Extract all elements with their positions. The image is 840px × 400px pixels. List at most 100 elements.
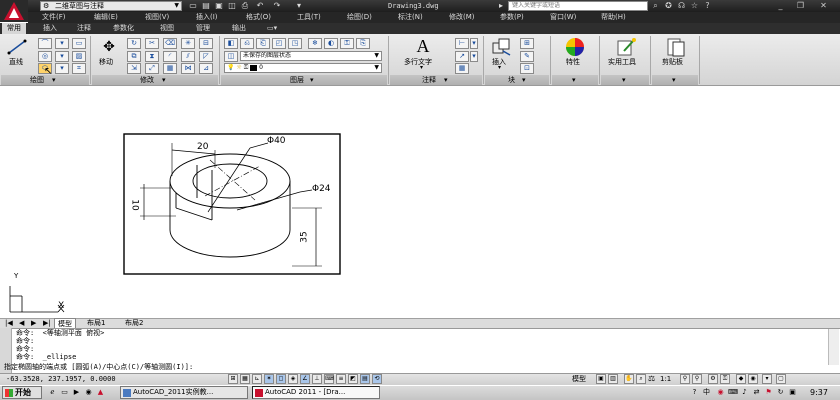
new-file-icon[interactable]: ▭ — [188, 1, 198, 11]
search-icon[interactable]: ⌕ — [650, 1, 661, 11]
create-block-icon[interactable]: ⊞ — [520, 38, 534, 49]
menu-file[interactable]: 文件(F) — [42, 12, 66, 23]
region-icon[interactable]: ⌗ — [72, 63, 86, 74]
tab-home[interactable]: 常用 — [2, 23, 26, 34]
menu-modify[interactable]: 修改(M) — [449, 12, 475, 23]
explode-icon[interactable]: ✳ — [181, 38, 195, 49]
menu-tools[interactable]: 工具(T) — [297, 12, 321, 23]
save-as-icon[interactable]: ◫ — [227, 1, 237, 11]
workspace-switcher[interactable]: ⚙ 二维草图与注释 ▼ — [40, 1, 182, 11]
taskbar-clock[interactable]: 9:37 — [810, 386, 828, 399]
close-window-icon[interactable]: ✕ — [818, 1, 829, 11]
snap-mode-icon[interactable]: ⊞ — [228, 374, 238, 384]
edit-attributes-icon[interactable]: ⊡ — [520, 63, 534, 74]
multiline-text-icon[interactable]: A — [412, 36, 434, 56]
chamfer-icon[interactable]: ◸ — [199, 51, 213, 62]
save-icon[interactable]: ▣ — [214, 1, 224, 11]
layer-lock-icon[interactable]: ⚿ — [340, 38, 354, 49]
tab-manage[interactable]: 管理 — [191, 23, 215, 34]
menu-view[interactable]: 视图(V) — [145, 12, 169, 23]
transparency-icon[interactable]: ◩ — [348, 374, 358, 384]
tray-display-icon[interactable]: ▣ — [788, 388, 797, 397]
hatch-icon[interactable]: ▨ — [72, 51, 86, 62]
layers-panel-expand-icon[interactable]: ▾ — [310, 75, 314, 85]
tab-annotate[interactable]: 注释 — [72, 23, 96, 34]
layer-previous-icon[interactable]: ⎗ — [256, 38, 270, 49]
layer-state-dropdown[interactable]: 未保存的图层状态 ▼ — [240, 51, 382, 61]
menu-parametric[interactable]: 参数(P) — [500, 12, 524, 23]
menu-help[interactable]: 帮助(H) — [601, 12, 626, 23]
layer-properties-icon[interactable]: ◧ — [224, 38, 238, 49]
linear-dimension-icon[interactable]: ⊢ — [455, 38, 469, 49]
favorites-icon[interactable]: ☆ — [689, 1, 700, 11]
application-menu-button[interactable] — [0, 0, 28, 22]
polar-tracking-icon[interactable]: ✶ — [264, 374, 274, 384]
tray-volume-icon[interactable]: ♪ — [740, 388, 749, 397]
quick-view-drawings-icon[interactable]: ▥ — [608, 374, 618, 384]
quicklaunch-ie-icon[interactable]: ℯ — [48, 388, 57, 397]
clipboard-button[interactable] — [664, 36, 688, 58]
quicklaunch-media-icon[interactable]: ▶ — [72, 388, 81, 397]
modify-panel-expand-icon[interactable]: ▾ — [162, 75, 166, 85]
tray-antivirus-icon[interactable]: ◉ — [716, 388, 725, 397]
tray-security-icon[interactable]: ⚑ — [764, 388, 773, 397]
layer-freeze-icon[interactable]: ❄ — [308, 38, 322, 49]
coordinate-readout[interactable]: -63.3528, 237.1957, 0.0000 — [6, 374, 116, 384]
help-icon[interactable]: ? — [702, 1, 713, 11]
ortho-mode-icon[interactable]: ⊾ — [252, 374, 262, 384]
polyline-icon[interactable]: ⌒ — [38, 38, 52, 49]
arc-dropdown-icon[interactable]: ▾ — [55, 38, 69, 49]
tray-help-icon[interactable]: ? — [690, 388, 699, 397]
toolbar-lock-icon[interactable]: ⚿ — [720, 374, 730, 384]
utilities-button[interactable] — [614, 36, 638, 58]
layout-nav-first-icon[interactable]: |◀ — [2, 318, 16, 328]
insert-dropdown-icon[interactable]: ▾ — [498, 64, 501, 71]
draw-panel-expand-icon[interactable]: ▾ — [52, 75, 56, 85]
menu-dimension[interactable]: 标注(N) — [398, 12, 423, 23]
join-icon[interactable]: ⋈ — [181, 63, 195, 74]
taskbar-item-tutorial[interactable]: AutoCAD_2011实例教... — [120, 386, 248, 399]
erase-icon[interactable]: ⌫ — [163, 38, 177, 49]
quick-access-dropdown-icon[interactable]: ▾ — [294, 1, 304, 11]
block-panel-expand-icon[interactable]: ▾ — [522, 75, 526, 85]
fillet-icon[interactable]: ◜ — [163, 51, 177, 62]
rectangle-icon[interactable]: ▭ — [72, 38, 86, 49]
mtext-dropdown-icon[interactable]: ▾ — [420, 64, 423, 71]
object-snap-icon[interactable]: ◻ — [276, 374, 286, 384]
zoom-icon[interactable]: ⌕ — [636, 374, 646, 384]
menu-draw[interactable]: 绘图(D) — [347, 12, 372, 23]
selection-cycling-icon[interactable]: ⟲ — [372, 374, 382, 384]
drawing-canvas[interactable]: 20 Φ40 Φ24 10 35 Y X — [0, 86, 840, 318]
multileader-icon[interactable]: ↗ — [455, 51, 469, 62]
move-icon[interactable]: ✥ — [99, 38, 119, 56]
layer-walk-icon[interactable]: ⎘ — [356, 38, 370, 49]
layer-off-icon[interactable]: ◐ — [324, 38, 338, 49]
grid-display-icon[interactable]: ▦ — [240, 374, 250, 384]
edit-polyline-icon[interactable]: ⊿ — [199, 63, 213, 74]
clean-screen-icon[interactable]: ▢ — [776, 374, 786, 384]
object-snap-tracking-icon[interactable]: ∠ — [300, 374, 310, 384]
table-icon[interactable]: ▦ — [455, 63, 469, 74]
scale-icon[interactable]: ⤢ — [145, 63, 159, 74]
print-icon[interactable]: ⎙ — [240, 1, 250, 11]
menu-insert[interactable]: 插入(I) — [196, 12, 218, 23]
command-scrollbar[interactable] — [828, 329, 839, 365]
quicklaunch-desktop-icon[interactable]: ▭ — [60, 388, 69, 397]
tab-view[interactable]: 视图 — [155, 23, 179, 34]
quick-view-layouts-icon[interactable]: ▣ — [596, 374, 606, 384]
layer-unisolate-icon[interactable]: ◳ — [288, 38, 302, 49]
tray-update-icon[interactable]: ↻ — [776, 388, 785, 397]
line-tool-button[interactable] — [6, 38, 28, 56]
status-bar-menu-icon[interactable]: ▾ — [762, 374, 772, 384]
expand-arrow-icon[interactable]: ▸ — [496, 1, 506, 11]
pan-icon[interactable]: ✋ — [624, 374, 634, 384]
isolate-objects-icon[interactable]: ◉ — [748, 374, 758, 384]
search-input[interactable]: 键入关键字或短语 — [508, 1, 648, 11]
menu-window[interactable]: 窗口(W) — [550, 12, 576, 23]
command-input-line[interactable]: 指定椭圆轴的端点或 [圆弧(A)/中心点(C)/等轴测圆(I)]: — [4, 364, 193, 371]
ellipse-dropdown-icon[interactable]: ▾ — [55, 63, 69, 74]
tab-output[interactable]: 输出 — [227, 23, 251, 34]
properties-button[interactable] — [563, 36, 587, 58]
layout-nav-next-icon[interactable]: ▶ — [28, 318, 39, 328]
circle-icon[interactable]: ◎ — [38, 51, 52, 62]
